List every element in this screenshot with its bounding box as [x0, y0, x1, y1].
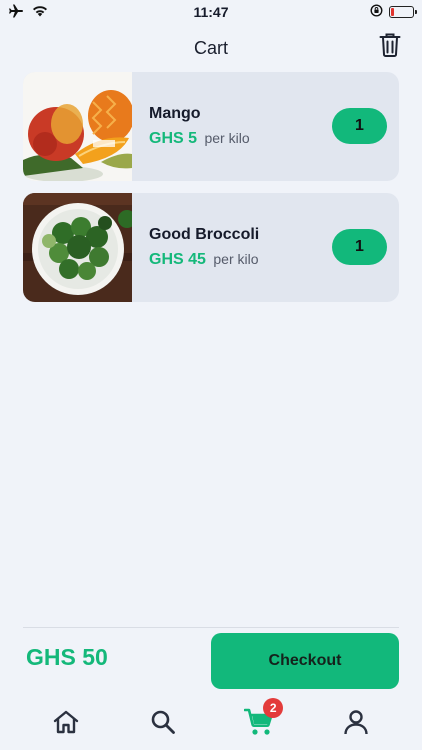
home-icon	[52, 709, 80, 740]
cart-item[interactable]: Mango GHS 5 per kilo 1	[23, 72, 399, 181]
header: Cart	[0, 30, 422, 66]
cart-count-badge: 2	[263, 698, 284, 718]
airplane-icon	[8, 4, 24, 21]
battery-level	[390, 8, 395, 16]
tab-search[interactable]	[143, 704, 183, 744]
tab-home[interactable]	[46, 704, 86, 744]
search-icon	[150, 709, 176, 740]
status-bar: 11:47	[0, 0, 422, 24]
wifi-icon	[32, 4, 48, 20]
item-price: GHS 5	[149, 130, 198, 147]
tab-bar: 2	[0, 698, 422, 750]
trash-icon	[379, 33, 401, 62]
profile-icon	[343, 709, 369, 740]
tab-profile[interactable]	[336, 704, 376, 744]
quantity-button[interactable]: 1	[332, 108, 387, 144]
broccoli-photo	[23, 193, 132, 302]
item-unit: per kilo	[204, 130, 250, 146]
checkout-button[interactable]: Checkout	[211, 633, 399, 689]
cart-total: GHS 50	[26, 644, 108, 670]
battery-icon	[388, 6, 417, 18]
status-time: 11:47	[193, 4, 229, 20]
footer-divider	[23, 627, 399, 628]
quantity-button[interactable]: 1	[332, 229, 387, 265]
mango-photo	[23, 72, 132, 181]
tab-cart[interactable]: 2	[239, 698, 284, 744]
item-price: GHS 45	[149, 251, 206, 268]
item-unit: per kilo	[213, 251, 259, 267]
clear-cart-button[interactable]	[378, 33, 402, 62]
cart-item[interactable]: Good Broccoli GHS 45 per kilo 1	[23, 193, 399, 302]
page-title: Cart	[193, 37, 228, 58]
orientation-lock-icon	[370, 4, 383, 20]
